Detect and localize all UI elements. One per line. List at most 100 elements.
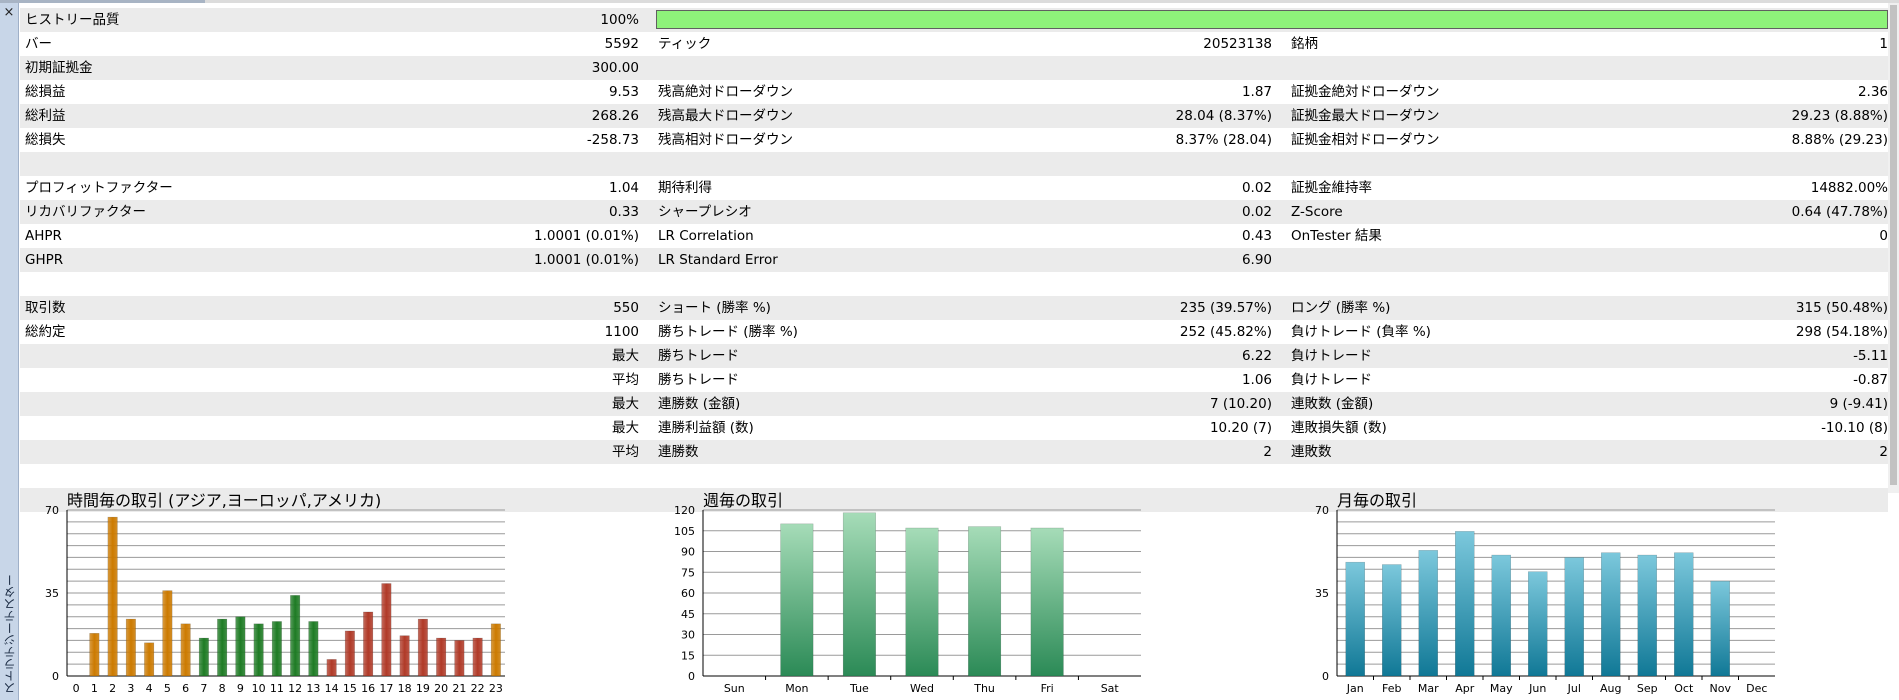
bar-4 [144,642,155,677]
bar-15 [344,630,355,677]
plot-area: 0 15 30 45 60 75 90 105 120 Sun Mon Tue Wed Thu Fri Sat [674,504,1141,695]
report-row: 総利益 268.26 残高最大ドローダウン 28.04 (8.37%) 証拠金最大ドロー… [20,104,1888,128]
stat-value-2: 1.87 [1241,84,1272,100]
bar-Sep [1637,554,1657,677]
stat-label-3: 連敗数 [1291,444,1332,460]
y-tick-label: 75 [681,566,695,579]
bar-2 [107,516,118,677]
x-tick-label: 3 [127,682,134,695]
stat-value-2: 7 (10.20) [1209,396,1272,412]
bar-7 [198,637,209,677]
x-tick-label: Nov [1710,682,1732,695]
bar-Tue [842,512,876,677]
report-row: 最大 連勝数 (金額) 7 (10.20) 連敗数 (金額) 9 (-9.41) [20,392,1888,416]
stat-label-2: 残高絶対ドローダウン [658,84,793,100]
history-quality-row: ヒストリー品質 100% [20,8,1888,32]
stat-label-3: 負けトレード [1291,372,1372,388]
stat-value-3: 2 [1879,444,1888,460]
stat-value-1: 9.53 [608,84,639,100]
stat-value-2: 0.02 [1241,180,1272,196]
bar-11 [271,621,282,677]
x-tick-label: 0 [73,682,80,695]
x-tick-label: 19 [416,682,430,695]
stat-value-1: 0.33 [608,204,639,220]
bar-16 [363,611,374,677]
stat-label-1: ヒストリー品質 [25,12,120,28]
stat-label-1: リカバリファクター [25,204,146,220]
report-row: 総損益 9.53 残高絶対ドローダウン 1.87 証拠金絶対ドローダウン 2.36 [20,80,1888,104]
stat-value-3: 1 [1879,36,1888,52]
bar-12 [290,595,301,677]
bar-19 [417,618,428,677]
x-tick-label: Sun [724,682,745,695]
report-row: AHPR 1.0001 (0.01%) LR Correlation 0.43 OnTe… [20,224,1888,248]
bar-Nov [1710,580,1730,677]
spacer-row [20,272,1888,296]
bar-Mon [780,523,814,677]
bar-17 [381,583,392,677]
scrollbar-thumb[interactable] [1890,5,1897,485]
x-tick-label: May [1490,682,1513,695]
stat-label-2: 連勝数 [658,444,699,460]
stat-label-2: 勝ちトレード (勝率 %) [658,324,798,340]
sidebar-title: ストラテジーテスター [3,574,17,694]
x-tick-label: 13 [306,682,320,695]
stat-value-3: 298 (54.18%) [1795,324,1888,340]
report-row: 最大 勝ちトレード 6.22 負けトレード -5.11 [20,344,1888,368]
x-tick-label: 7 [200,682,207,695]
report-row: 総損失 -258.73 残高相対ドローダウン 8.37% (28.04) 証拠金相対ドロ… [20,128,1888,152]
stat-value-2: 6.22 [1241,348,1272,364]
report-row: 平均 連勝数 2 連敗数 2 [20,440,1888,464]
y-tick-label: 45 [681,608,695,621]
stat-value-2: 20523138 [1203,36,1272,52]
x-tick-label: Aug [1600,682,1621,695]
stat-value-1: 平均 [612,372,639,388]
bar-22 [472,637,483,677]
bar-23 [490,623,501,677]
x-tick-label: 21 [452,682,466,695]
stat-label-1: プロフィットファクター [25,180,173,196]
spacer-row [20,152,1888,176]
stat-value-2: 0.02 [1241,204,1272,220]
stat-value-1: 平均 [612,444,639,460]
stat-label-3: 連敗損失額 (数) [1291,420,1387,436]
x-tick-label: 12 [288,682,302,695]
x-tick-label: 10 [252,682,266,695]
x-tick-label: Dec [1746,682,1767,695]
active-tab-indicator[interactable] [0,0,205,3]
stat-value-2: 8.37% (28.04) [1175,132,1272,148]
stat-value-1: 268.26 [591,108,639,124]
x-tick-label: 11 [270,682,284,695]
stat-value-3: 2.36 [1857,84,1888,100]
report-row: 取引数 550 ショート (勝率 %) 235 (39.57%) ロング (勝率 %) 3… [20,296,1888,320]
bar-Thu [968,526,1002,677]
stat-label-3: 証拠金維持率 [1291,180,1372,196]
bar-Jan [1345,561,1365,677]
stat-label-2: 残高最大ドローダウン [658,108,793,124]
stat-value-1: 最大 [612,396,639,412]
stat-label-2: シャープレシオ [658,204,752,220]
stat-value-1: 1.0001 (0.01%) [534,228,639,244]
stat-value-2: 6.90 [1241,252,1272,268]
plot-area: 035700 1 2 3 4 5 6 7 8 9 10 11 12 13 14 15 16 17 18 19 20 21 2… [45,504,505,695]
bar-14 [326,659,337,677]
stat-value-1: 100% [600,12,639,28]
bar-Jun [1528,571,1548,677]
stat-label-2: LR Standard Error [658,252,778,268]
stat-value-1: -258.73 [586,132,639,148]
close-icon[interactable]: × [0,3,18,23]
stat-label-2: 勝ちトレード [658,348,739,364]
y-tick-label: 35 [45,587,59,600]
stat-value-2: 28.04 (8.37%) [1175,108,1272,124]
bar-8 [217,618,228,677]
stat-label-3: 証拠金相対ドローダウン [1291,132,1440,148]
monthly-trades-plot: 0 35 70 Jan Feb Mar Apr May Jun Jul Aug Sep Oct Nov De… [1315,504,1775,695]
stat-value-3: 0 [1879,228,1888,244]
stat-value-1: 1100 [604,324,639,340]
x-tick-label: 23 [489,682,503,695]
bar-9 [235,616,246,677]
vertical-scrollbar[interactable] [1888,3,1899,493]
x-tick-label: Mar [1418,682,1439,695]
stat-label-3: 負けトレード [1291,348,1372,364]
x-tick-label: Mon [785,682,808,695]
